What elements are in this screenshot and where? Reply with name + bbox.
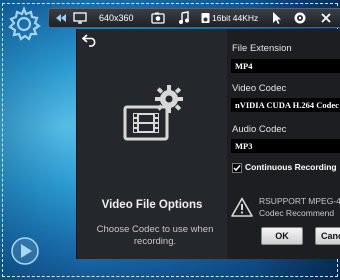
back-arrow-icon[interactable]	[82, 33, 98, 47]
audio-codec-label: Audio Codec	[232, 124, 287, 135]
close-icon[interactable]	[319, 11, 333, 25]
cursor-icon[interactable]	[271, 11, 281, 25]
dialog-description: Choose Codec to use when recording.	[96, 224, 214, 247]
dialog-info-pane: Video File Options Choose Codec to use w…	[77, 29, 227, 259]
dialog-title: Video File Options	[101, 199, 203, 211]
audio-codec-select[interactable]: MP3	[231, 139, 340, 153]
warning-icon	[231, 197, 253, 217]
speaker-icon[interactable]	[201, 11, 210, 25]
dialog-options-pane: File Extension MP4 Video Codec nVIDIA CU…	[227, 29, 340, 259]
warning-line-2: Codec Recommend	[259, 208, 335, 218]
camera-icon[interactable]	[151, 11, 165, 25]
target-icon[interactable]	[293, 11, 307, 25]
music-icon[interactable]	[178, 11, 190, 25]
file-extension-select[interactable]: MP4	[231, 59, 340, 73]
monitor-icon[interactable]	[73, 11, 87, 25]
play-icon[interactable]	[10, 236, 40, 266]
warning-line-1: RSUPPORT MPEG-4	[259, 196, 340, 206]
cancel-button[interactable]: Cancel	[315, 227, 340, 245]
continuous-recording-checkbox[interactable]	[232, 163, 242, 173]
video-codec-label: Video Codec	[232, 83, 287, 94]
ok-button[interactable]: OK	[261, 227, 303, 245]
rewind-icon[interactable]	[55, 11, 67, 25]
recorder-toolbar: 640x360 16bit 44KHz	[48, 8, 340, 28]
continuous-recording-label[interactable]: Continuous Recording	[245, 162, 337, 172]
audio-format-display[interactable]: 16bit 44KHz	[212, 11, 258, 25]
checkmark-icon	[233, 165, 241, 172]
video-settings-icon	[123, 85, 183, 141]
settings-gear-icon[interactable]	[6, 6, 42, 42]
codec-recommendation-text: RSUPPORT MPEG-4 Codec Recommend	[259, 195, 340, 219]
file-extension-label: File Extension	[232, 43, 292, 54]
resolution-display[interactable]: 640x360	[99, 11, 134, 25]
video-codec-select[interactable]: nVIDIA CUDA H.264 Codec	[231, 98, 340, 112]
video-file-options-dialog: Video File Options Choose Codec to use w…	[76, 29, 340, 259]
